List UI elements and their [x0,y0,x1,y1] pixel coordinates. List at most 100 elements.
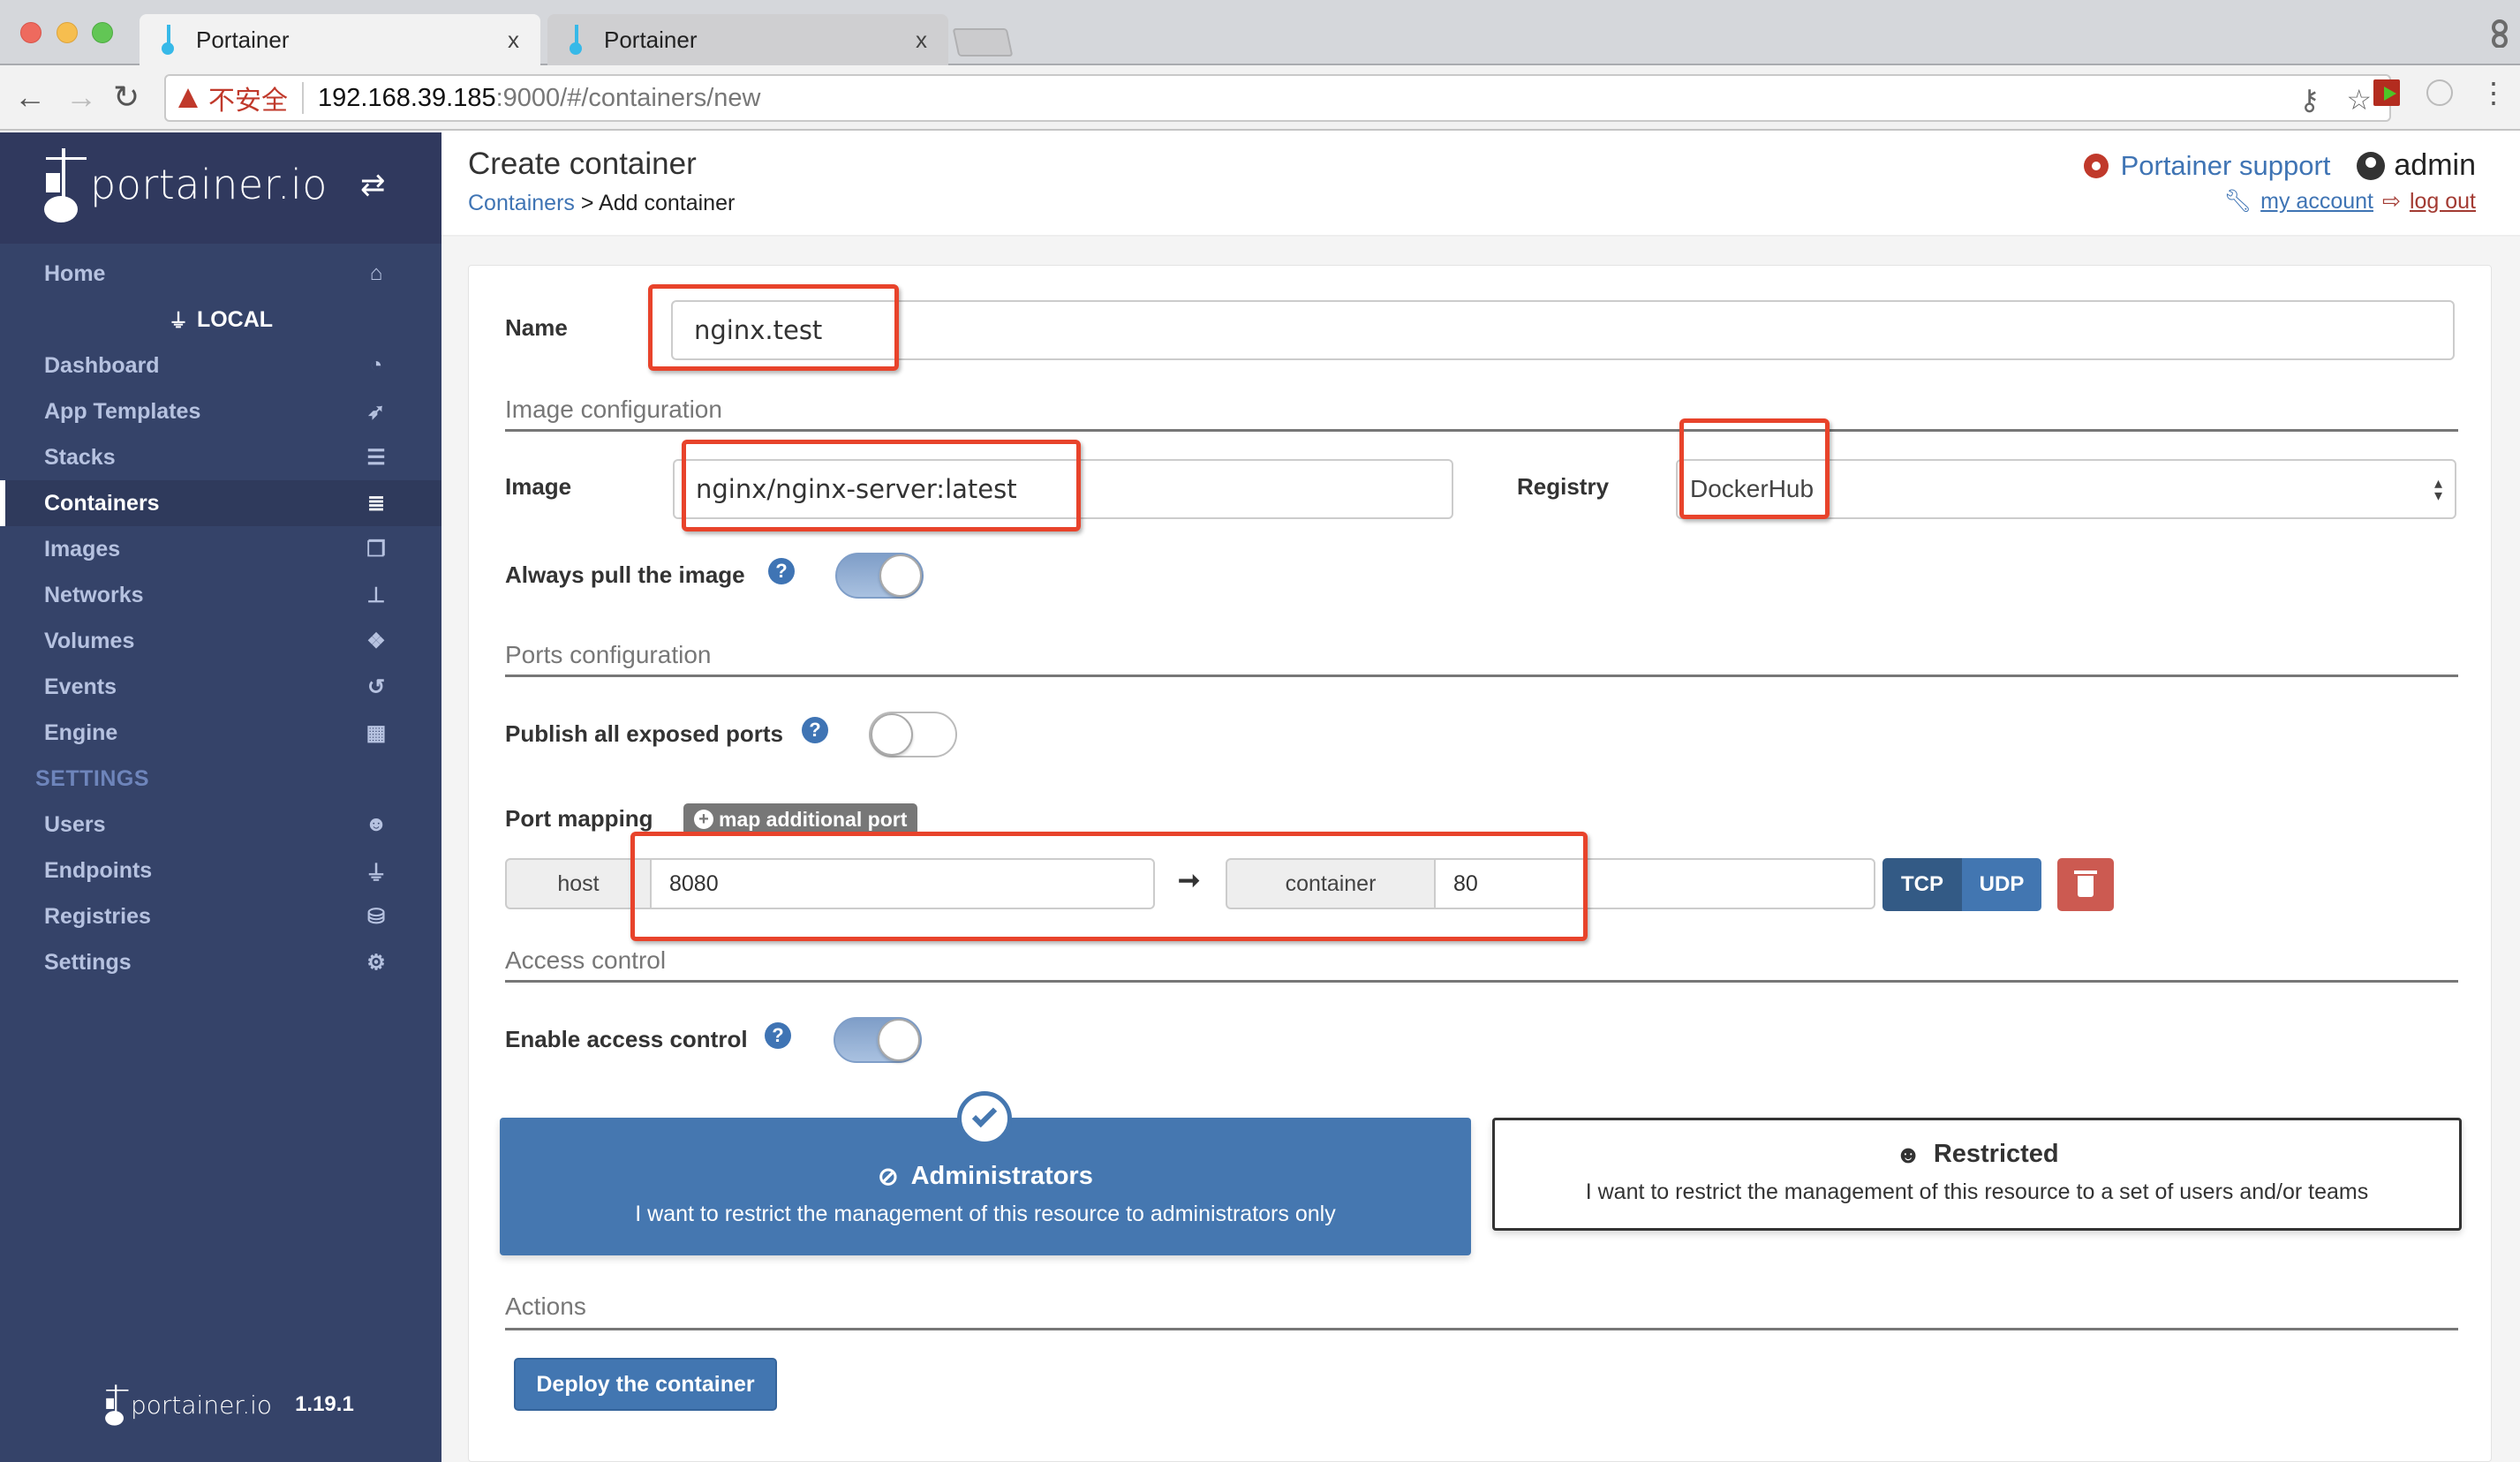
sidebar-item-events[interactable]: Events ↺ [0,664,441,710]
port-mapping-label: Port mapping [505,805,653,832]
address-separator [302,82,304,114]
server-icon: ≣ [366,491,386,516]
security-warning[interactable]: 不安全 [178,79,288,117]
back-button[interactable]: ← [14,79,46,115]
sidebar-item-home[interactable]: Home ⌂ [0,251,441,297]
remove-port-button[interactable] [2057,858,2114,911]
access-option-title: Administrators [910,1162,1093,1190]
my-account-link[interactable]: my account [2260,189,2373,215]
brand-logo[interactable]: portainer.io [42,145,328,224]
settings-section-title: SETTINGS [35,765,150,791]
toggle-knob [871,713,913,756]
sidebar-item-containers[interactable]: Containers ≣ [0,480,441,526]
image-input[interactable]: nginx/nginx-server:latest [673,459,1453,519]
tcp-button[interactable]: TCP [1882,858,1962,911]
url-host: 192.168.39.185 [318,83,496,112]
sidebar-item-label: Endpoints [44,857,153,883]
endpoint-label: LOCAL [196,306,274,332]
access-option-restricted[interactable]: ☻ Restricted I want to restrict the manag… [1492,1118,2462,1231]
sidebar-item-settings[interactable]: Settings ⚙ [0,939,441,985]
flash-extension-icon[interactable] [2373,79,2400,106]
address-bar[interactable]: 不安全 192.168.39.185 :9000/#/containers/ne… [164,74,2391,122]
sidebar-item-label: Stacks [44,444,116,470]
sidebar-item-dashboard[interactable]: Dashboard ◔ [0,343,441,388]
star-icon[interactable]: ☆ [2346,83,2372,117]
sidebar-item-label: Volumes [44,628,135,653]
sidebar-item-volumes[interactable]: Volumes ❖ [0,618,441,664]
exchange-icon[interactable]: ⇄ [360,168,386,203]
udp-button[interactable]: UDP [1962,858,2041,911]
browser-tab-active[interactable]: Portainer x [140,14,540,65]
sidebar-item-networks[interactable]: Networks ⊥ [0,572,441,618]
brand-name: portainer.io [90,161,328,208]
access-control-toggle[interactable] [834,1017,922,1063]
map-additional-port-label: map additional port [719,807,908,831]
name-label: Name [505,314,568,341]
toggle-knob [879,554,922,597]
log-out-link[interactable]: log out [2410,189,2476,215]
sidebar-item-endpoints[interactable]: Endpoints ⏚ [0,848,441,893]
user-circle-icon [2357,151,2386,180]
sidebar-item-label: Containers [44,490,160,516]
image-configuration-title: Image configuration [505,396,722,423]
sitemap-icon: ⊥ [366,583,386,607]
home-icon: ⌂ [369,261,383,285]
profile-icon[interactable] [2488,19,2511,48]
deploy-container-button[interactable]: Deploy the container [514,1358,777,1411]
toggle-knob [878,1019,920,1061]
map-additional-port-button[interactable]: + map additional port [683,803,918,835]
sidebar-item-stacks[interactable]: Stacks ☰ [0,434,441,480]
database-icon: ⛁ [366,904,386,929]
users-icon: ☻ [365,812,388,836]
key-icon[interactable]: ⚷ [2299,83,2320,117]
menu-icon[interactable]: ⋮ [2479,79,2508,107]
arrow-right-icon: ➞ [1178,866,1201,895]
access-option-description: I want to restrict the management of thi… [635,1202,1336,1226]
sidebar-item-app-templates[interactable]: App Templates ➶ [0,388,441,434]
url-path: :9000/#/containers/new [495,83,761,112]
container-port-input[interactable]: 80 [1434,858,1875,909]
clone-icon: ❐ [366,537,386,561]
host-port-input[interactable]: 8080 [650,858,1155,909]
life-ring-icon [2083,153,2109,178]
sidebar-item-label: Events [44,674,117,699]
section-divider [505,429,2458,432]
portainer-support-link[interactable]: Portainer support [2121,150,2331,182]
reload-button[interactable]: ↻ [113,79,140,115]
sidebar-item-label: Images [44,536,121,561]
help-icon[interactable]: ? [768,558,795,584]
breadcrumb-containers-link[interactable]: Containers [468,191,575,215]
tab-close-icon[interactable]: x [508,26,519,54]
publish-all-toggle[interactable] [869,712,957,757]
sidebar: portainer.io ⇄ Home ⌂ ⏚ LOCAL Dashboard … [0,132,441,1462]
registry-label: Registry [1517,473,1610,500]
browser-tab-inactive[interactable]: Portainer x [547,14,948,65]
sidebar-item-label: Settings [44,949,132,975]
sidebar-item-registries[interactable]: Registries ⛁ [0,893,441,939]
always-pull-toggle[interactable] [835,553,924,599]
portainer-crane-icon [42,145,87,224]
forward-button[interactable]: → [65,79,97,115]
cogs-icon: ⚙ [366,950,386,975]
help-icon[interactable]: ? [765,1022,791,1049]
sidebar-item-images[interactable]: Images ❐ [0,526,441,572]
browser-tab-strip: Portainer x Portainer x [0,0,2520,65]
warning-icon [178,88,198,108]
sidebar-item-label: Users [44,811,106,837]
registry-select[interactable]: DockerHub ▴ ▾ [1676,459,2456,519]
tab-close-icon[interactable]: x [916,26,927,54]
new-tab-button[interactable] [952,28,1014,57]
window-zoom-button[interactable] [92,22,113,43]
tube-extension-icon[interactable] [2426,79,2453,106]
window-close-button[interactable] [20,22,41,43]
name-input[interactable]: nginx.test [671,300,2455,360]
sidebar-item-users[interactable]: Users ☻ [0,802,441,848]
ports-configuration-title: Ports configuration [505,641,712,668]
sidebar-item-engine[interactable]: Engine ▦ [0,710,441,756]
help-icon[interactable]: ? [802,717,828,743]
window-minimize-button[interactable] [57,22,78,43]
tab-title: Portainer [196,26,290,53]
enable-access-control-label: Enable access control [505,1026,748,1052]
breadcrumb: Containers > Add container [468,191,735,216]
section-divider [505,980,2458,983]
